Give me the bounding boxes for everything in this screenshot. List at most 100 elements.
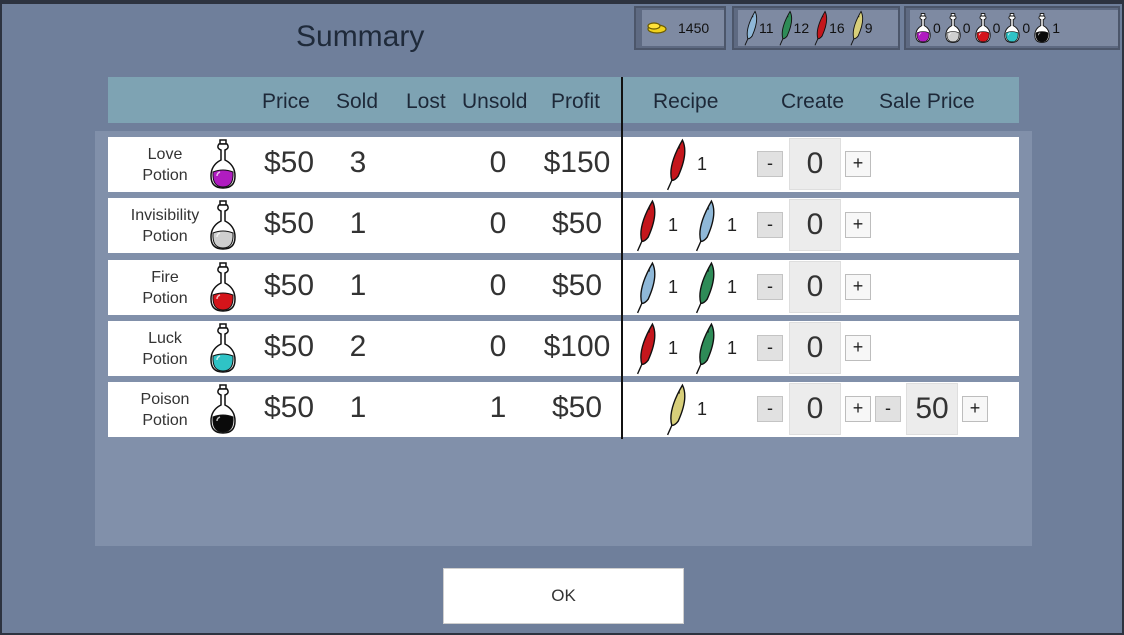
unsold-value: 0 <box>489 330 507 363</box>
sold-value: 1 <box>349 207 367 240</box>
price-value: $50 <box>263 146 315 179</box>
potion-name: Love Potion <box>110 144 220 186</box>
feather-inventory: 11 12 16 9 <box>732 6 900 50</box>
header-unsold: Unsold <box>462 90 528 113</box>
potion-inventory: 0 0 0 0 1 <box>904 6 1120 50</box>
potion-name-line2: Potion <box>142 351 188 368</box>
potion-icon <box>210 139 236 189</box>
create-decrease-button[interactable]: - <box>757 151 783 177</box>
profit-value: $50 <box>551 269 603 302</box>
potion-count: 0 <box>1022 20 1031 36</box>
sold-value: 3 <box>349 146 367 179</box>
potion-name: Fire Potion <box>110 267 220 309</box>
red-feather-icon <box>636 199 656 252</box>
profit-value: $50 <box>551 207 603 240</box>
potion-count: 1 <box>1052 20 1060 36</box>
red-feather-icon <box>814 10 828 46</box>
profit-value: $100 <box>543 330 611 363</box>
feather-count: 16 <box>829 20 845 36</box>
header-profit: Profit <box>551 90 601 113</box>
feather-count: 11 <box>759 20 774 36</box>
header-sold: Sold <box>336 90 379 113</box>
fire-potion-icon <box>974 13 991 43</box>
unsold-value: 0 <box>489 269 507 302</box>
potion-icon <box>210 200 236 250</box>
sale-price-increase-button[interactable]: + <box>962 396 988 422</box>
feather-count: 9 <box>864 20 873 36</box>
profit-value: $150 <box>543 146 611 179</box>
price-value: $50 <box>263 269 315 302</box>
create-increase-button[interactable]: + <box>845 151 871 177</box>
profit-value: $50 <box>551 391 603 424</box>
create-decrease-button[interactable]: - <box>757 212 783 238</box>
potion-name-line1: Fire <box>151 269 179 286</box>
create-increase-button[interactable]: + <box>845 274 871 300</box>
page-title: Summary <box>296 20 425 53</box>
create-decrease-button[interactable]: - <box>757 274 783 300</box>
potion-name-line2: Potion <box>142 228 188 245</box>
potion-name-line2: Potion <box>142 412 188 429</box>
create-decrease-button[interactable]: - <box>757 396 783 422</box>
header-recipe: Recipe <box>653 90 719 113</box>
green-feather-icon <box>695 322 715 375</box>
potion-name-line1: Luck <box>148 330 182 347</box>
potion-icon <box>210 323 236 373</box>
yellow-feather-icon <box>666 383 686 436</box>
potion-name-line2: Potion <box>142 290 188 307</box>
sold-value: 2 <box>349 330 367 363</box>
column-divider <box>621 77 623 439</box>
sale-price-field[interactable]: 50 <box>906 383 958 435</box>
potion-name-line1: Love <box>147 146 183 163</box>
create-quantity-field[interactable]: 0 <box>789 383 841 435</box>
ingredient-qty: 1 <box>697 399 708 419</box>
gold-counter: 1450 <box>634 6 726 50</box>
unsold-value: 0 <box>489 146 507 179</box>
header-create: Create <box>781 90 845 113</box>
red-feather-icon <box>666 138 686 191</box>
ingredient-qty: 1 <box>727 277 738 297</box>
unsold-value: 0 <box>489 207 507 240</box>
sale-price-decrease-button[interactable]: - <box>875 396 901 422</box>
create-quantity-field[interactable]: 0 <box>789 322 841 374</box>
create-quantity-field[interactable]: 0 <box>789 138 841 190</box>
potion-name-line2: Potion <box>142 167 188 184</box>
create-increase-button[interactable]: + <box>845 335 871 361</box>
create-decrease-button[interactable]: - <box>757 335 783 361</box>
potion-count: 0 <box>933 20 941 36</box>
potion-count: 0 <box>962 20 971 36</box>
love-potion-icon <box>915 13 931 43</box>
potion-icon <box>210 262 236 312</box>
price-value: $50 <box>263 391 315 424</box>
price-value: $50 <box>263 330 315 363</box>
potion-icon <box>210 384 236 434</box>
header-lost: Lost <box>406 90 446 113</box>
gold-amount: 1450 <box>678 20 710 36</box>
header-sale-price: Sale Price <box>879 90 975 113</box>
potion-name: Poison Potion <box>110 389 220 431</box>
feather-count: 12 <box>793 20 810 36</box>
blue-feather-icon <box>695 199 715 252</box>
potion-name-line1: Invisibility <box>130 207 200 224</box>
ok-button[interactable]: OK <box>443 568 684 624</box>
create-quantity-field[interactable]: 0 <box>789 261 841 313</box>
invisibility-potion-icon <box>945 13 961 43</box>
green-feather-icon <box>695 261 715 314</box>
create-increase-button[interactable]: + <box>845 212 871 238</box>
ingredient-qty: 1 <box>697 154 708 174</box>
ingredient-qty: 1 <box>668 277 679 297</box>
sold-value: 1 <box>349 269 367 302</box>
potion-name: Invisibility Potion <box>110 205 220 247</box>
create-quantity-field[interactable]: 0 <box>789 199 841 251</box>
unsold-value: 1 <box>489 391 507 424</box>
gold-coins-icon <box>647 22 667 34</box>
blue-feather-icon <box>744 10 758 46</box>
blue-feather-icon <box>636 261 656 314</box>
ingredient-qty: 1 <box>668 215 679 235</box>
potion-count: 0 <box>992 20 1001 36</box>
potion-name-line1: Poison <box>140 391 190 408</box>
ingredient-qty: 1 <box>727 215 738 235</box>
sold-value: 1 <box>349 391 367 424</box>
create-increase-button[interactable]: + <box>845 396 871 422</box>
red-feather-icon <box>636 322 656 375</box>
poison-potion-icon <box>1034 13 1050 43</box>
